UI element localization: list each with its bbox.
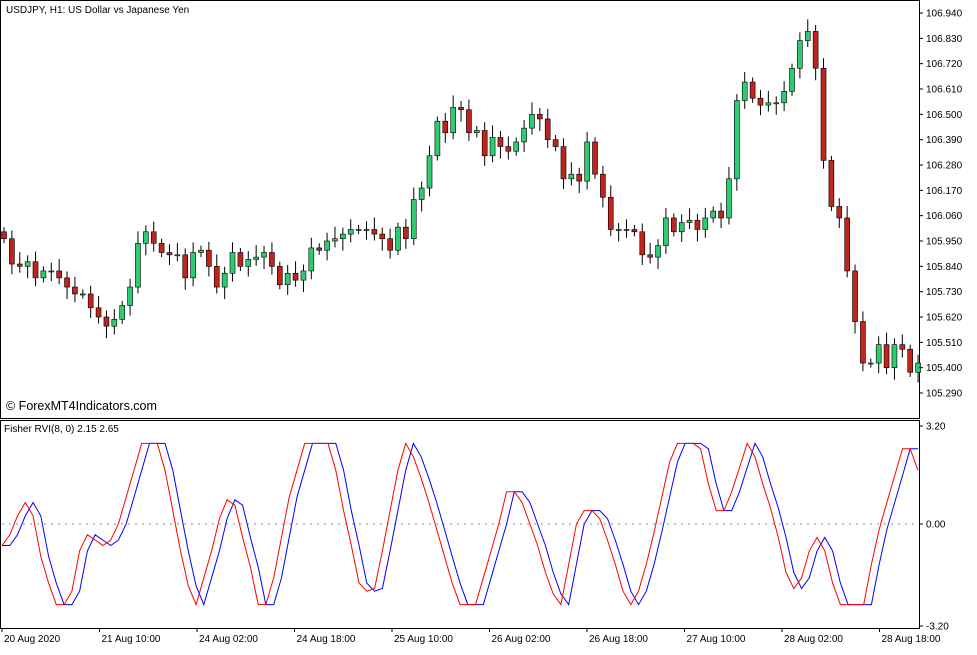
mt4-chart-window[interactable]: USDJPY, H1: US Dollar vs Japanese Yen © … [0, 0, 977, 650]
price-tick-label: 106.830 [926, 34, 963, 45]
price-tick-label: 106.500 [926, 110, 963, 121]
indicator-tick-label: 3.20 [926, 422, 946, 433]
price-tick-label: 105.290 [926, 389, 963, 400]
price-tick-label: 106.170 [926, 186, 963, 197]
indicator-tick-label: 0.00 [926, 520, 946, 531]
time-tick-label: 25 Aug 10:00 [394, 634, 453, 645]
candle [828, 155, 835, 212]
watermark: © ForexMT4Indicators.com [6, 399, 157, 413]
price-tick-label: 105.840 [926, 262, 963, 273]
time-tick-label: 26 Aug 18:00 [589, 634, 648, 645]
price-tick-label: 105.400 [926, 363, 963, 374]
time-tick-label: 27 Aug 10:00 [687, 634, 746, 645]
candle [395, 222, 401, 255]
indicator-panel[interactable] [0, 420, 920, 629]
time-axis[interactable]: 20 Aug 2020 21 Aug 10:00 24 Aug 02:00 24 Au… [1, 628, 941, 645]
candle [734, 94, 740, 191]
time-tick-label: 21 Aug 10:00 [102, 634, 161, 645]
price-tick-label: 106.390 [926, 135, 963, 146]
time-tick-label: 20 Aug 2020 [4, 634, 61, 645]
price-tick-label: 106.060 [926, 211, 963, 222]
candle [907, 344, 914, 377]
candle [434, 116, 441, 161]
price-tick-label: 106.280 [926, 161, 963, 172]
price-tick-label: 105.510 [926, 338, 963, 349]
chart-canvas[interactable]: USDJPY, H1: US Dollar vs Japanese Yen © … [0, 0, 977, 650]
price-tick-label: 106.940 [926, 9, 963, 20]
candle [592, 137, 598, 179]
time-tick-label: 28 Aug 02:00 [784, 634, 843, 645]
price-tick-label: 105.730 [926, 287, 963, 298]
price-tick-label: 105.620 [926, 313, 963, 324]
indicator-axis[interactable]: 3.20 0.00 -3.20 [919, 422, 949, 633]
chart-title: USDJPY, H1: US Dollar vs Japanese Yen [6, 5, 189, 16]
candle [789, 63, 795, 96]
time-tick-label: 24 Aug 18:00 [297, 634, 356, 645]
price-tick-label: 105.950 [926, 237, 963, 248]
time-tick-label: 28 Aug 18:00 [882, 634, 941, 645]
price-tick-label: 106.720 [926, 59, 963, 70]
price-tick-label: 106.610 [926, 85, 963, 96]
candle [820, 58, 827, 169]
price-axis[interactable]: 106.940 106.830 106.720 106.610 106.500 106.3… [919, 9, 963, 400]
indicator-title: Fisher RVI(8, 0) 2.15 2.65 [4, 424, 119, 435]
indicator-tick-label: -3.20 [926, 622, 949, 633]
time-tick-label: 26 Aug 02:00 [492, 634, 551, 645]
time-tick-label: 24 Aug 02:00 [199, 634, 258, 645]
price-panel[interactable] [0, 0, 920, 419]
